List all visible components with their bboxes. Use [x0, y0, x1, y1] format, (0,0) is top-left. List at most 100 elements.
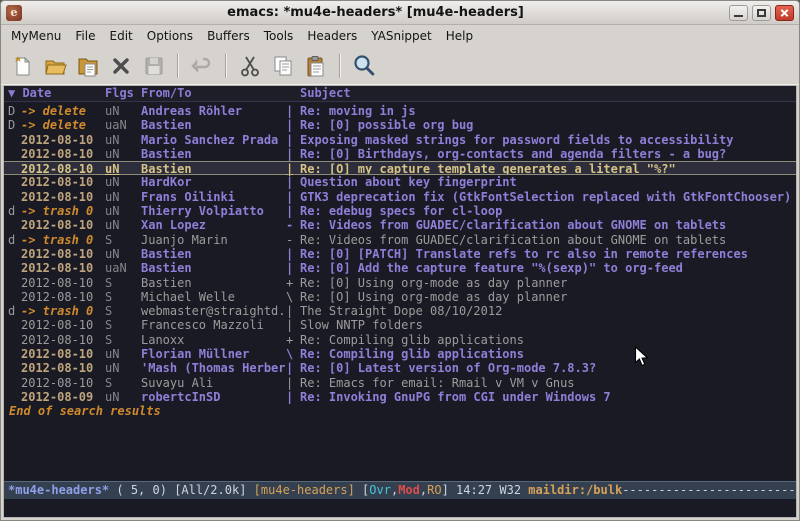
from-field: Thierry Volpiatto	[141, 204, 286, 218]
column-header-date[interactable]: ▼ Date	[8, 86, 105, 101]
thread-sep: \	[286, 290, 300, 304]
menu-item-file[interactable]: File	[68, 26, 102, 46]
flags-field: S	[105, 290, 141, 304]
mark-char	[8, 333, 21, 347]
flags-field: S	[105, 376, 141, 390]
new-file-icon	[10, 54, 34, 78]
message-row[interactable]: d -> trash 0 S Juanjo Marin - Re: Videos…	[4, 233, 796, 247]
close-x-icon	[109, 54, 133, 78]
cut-button[interactable]	[233, 50, 266, 82]
from-field: Francesco Mazzoli	[141, 318, 286, 332]
subject-field: Re: [0] Latest version of Org-mode 7.8.3…	[300, 361, 796, 375]
folder-icon	[76, 54, 100, 78]
flags-field: S	[105, 318, 141, 332]
mark-char	[8, 175, 21, 189]
from-field: Andreas Röhler	[141, 104, 286, 118]
menu-item-buffers[interactable]: Buffers	[200, 26, 257, 46]
mark-char	[8, 133, 21, 147]
thread-sep: |	[286, 204, 300, 218]
mark-char	[8, 347, 21, 361]
mark-char	[8, 361, 21, 375]
message-row[interactable]: 2012-08-10 uN Mario Sanchez Prada | Expo…	[4, 133, 796, 147]
message-row[interactable]: 2012-08-10 uN 'Mash (Thomas Herbert) | R…	[4, 361, 796, 375]
kill-buffer-button[interactable]	[104, 50, 137, 82]
minimize-icon[interactable]	[729, 5, 748, 21]
thread-sep: \	[286, 347, 300, 361]
message-row[interactable]: 2012-08-10 uN Bastien | Re: [0] Birthday…	[4, 147, 796, 161]
search-button[interactable]	[347, 50, 380, 82]
menu-item-yasnippet[interactable]: YASnippet	[364, 26, 439, 46]
flags-field: S	[105, 333, 141, 347]
message-row[interactable]: D -> delete uN Andreas Röhler | Re: movi…	[4, 104, 796, 118]
copy-pages-icon	[271, 54, 295, 78]
message-row[interactable]: 2012-08-10 S Bastien + Re: [0] Using org…	[4, 276, 796, 290]
message-row[interactable]: d -> trash 0 S webmaster@straightd... | …	[4, 304, 796, 318]
subject-field: Exposing masked strings for password fie…	[300, 133, 796, 147]
column-header-from[interactable]: From/To	[141, 86, 300, 101]
mark-char: d	[8, 204, 21, 218]
new-file-button[interactable]	[5, 50, 38, 82]
message-row[interactable]: 2012-08-10 S Michael Welle \ Re: [O] Usi…	[4, 290, 796, 304]
menu-item-tools[interactable]: Tools	[257, 26, 301, 46]
menu-item-edit[interactable]: Edit	[103, 26, 140, 46]
from-field: Florian Müllner	[141, 347, 286, 361]
mark-char	[8, 390, 21, 404]
maximize-icon[interactable]	[752, 5, 771, 21]
date-field: 2012-08-10	[21, 333, 105, 347]
menu-item-headers[interactable]: Headers	[300, 26, 364, 46]
mark-char	[8, 290, 21, 304]
toolbar-separator	[177, 54, 178, 78]
menu-item-mymenu[interactable]: MyMenu	[4, 26, 68, 46]
message-row[interactable]: 2012-08-09 uN robertcInSD | Re: Invoking…	[4, 390, 796, 404]
subject-field: Re: [0] possible org bug	[300, 118, 796, 132]
flags-field: S	[105, 233, 141, 247]
save-buffer-button	[137, 50, 170, 82]
message-row[interactable]: 2012-08-10 S Lanoxx + Re: Compiling glib…	[4, 333, 796, 347]
modeline-segment: ----------------------------------------…	[622, 483, 796, 497]
message-row[interactable]: d -> trash 0 uN Thierry Volpiatto | Re: …	[4, 204, 796, 218]
echo-area[interactable]	[4, 499, 796, 517]
title-bar[interactable]: e emacs: *mu4e-headers* [mu4e-headers]	[1, 1, 799, 25]
date-field: 2012-08-10	[21, 190, 105, 204]
modeline-segment: maildir:/bulk	[528, 483, 622, 497]
date-field: 2012-08-10	[21, 147, 105, 161]
message-row[interactable]: D -> delete uaN Bastien | Re: [0] possib…	[4, 118, 796, 132]
open-file-button[interactable]	[38, 50, 71, 82]
message-row[interactable]: 2012-08-10 S Francesco Mazzoli | Slow NN…	[4, 318, 796, 332]
thread-sep: -	[286, 218, 300, 232]
flags-field: uN	[105, 247, 141, 261]
column-header-flags[interactable]: Flgs	[105, 86, 141, 101]
undo-button	[185, 50, 218, 82]
paste-button[interactable]	[299, 50, 332, 82]
tool-bar	[1, 47, 799, 85]
message-row[interactable]: 2012-08-10 uN Bastien | Re: [0] [PATCH] …	[4, 247, 796, 261]
modeline-segment: [All/2.0k]	[174, 483, 253, 497]
from-field: Bastien	[141, 147, 286, 161]
message-row[interactable]: 2012-08-10 uN Florian Müllner \ Re: Comp…	[4, 347, 796, 361]
message-row[interactable]: 2012-08-10 uN Bastien | Re: [O] my captu…	[4, 161, 796, 175]
menu-item-options[interactable]: Options	[140, 26, 200, 46]
subject-field: Re: Videos from GUADEC/clarification abo…	[300, 233, 796, 247]
subject-field: Re: Compiling glib applications	[300, 333, 796, 347]
date-field: 2012-08-10	[21, 347, 105, 361]
message-row[interactable]: 2012-08-10 uN Xan Lopez - Re: Videos fro…	[4, 218, 796, 232]
column-header-subject[interactable]: Subject	[300, 86, 796, 101]
date-field: 2012-08-10	[21, 376, 105, 390]
message-row[interactable]: 2012-08-10 uaN Bastien | Re: [0] Add the…	[4, 261, 796, 275]
from-field: Mario Sanchez Prada	[141, 133, 286, 147]
copy-button[interactable]	[266, 50, 299, 82]
mark-char: d	[8, 233, 21, 247]
message-row[interactable]: 2012-08-10 S Suvayu Ali | Re: Emacs for …	[4, 376, 796, 390]
thread-sep: |	[286, 118, 300, 132]
dired-button[interactable]	[71, 50, 104, 82]
menu-item-help[interactable]: Help	[439, 26, 480, 46]
modeline-segment: Mod	[398, 483, 420, 497]
mark-char	[8, 247, 21, 261]
date-field: 2012-08-10	[21, 247, 105, 261]
message-row[interactable]: 2012-08-10 uN HardKor | Question about k…	[4, 175, 796, 189]
date-field: -> trash 0	[21, 233, 105, 247]
close-icon[interactable]	[775, 5, 794, 21]
header-line: ▼ Date Flgs From/To Subject	[4, 86, 796, 102]
flags-field: uN	[105, 147, 141, 161]
message-row[interactable]: 2012-08-10 uN Frans Oilinki | GTK3 depre…	[4, 190, 796, 204]
